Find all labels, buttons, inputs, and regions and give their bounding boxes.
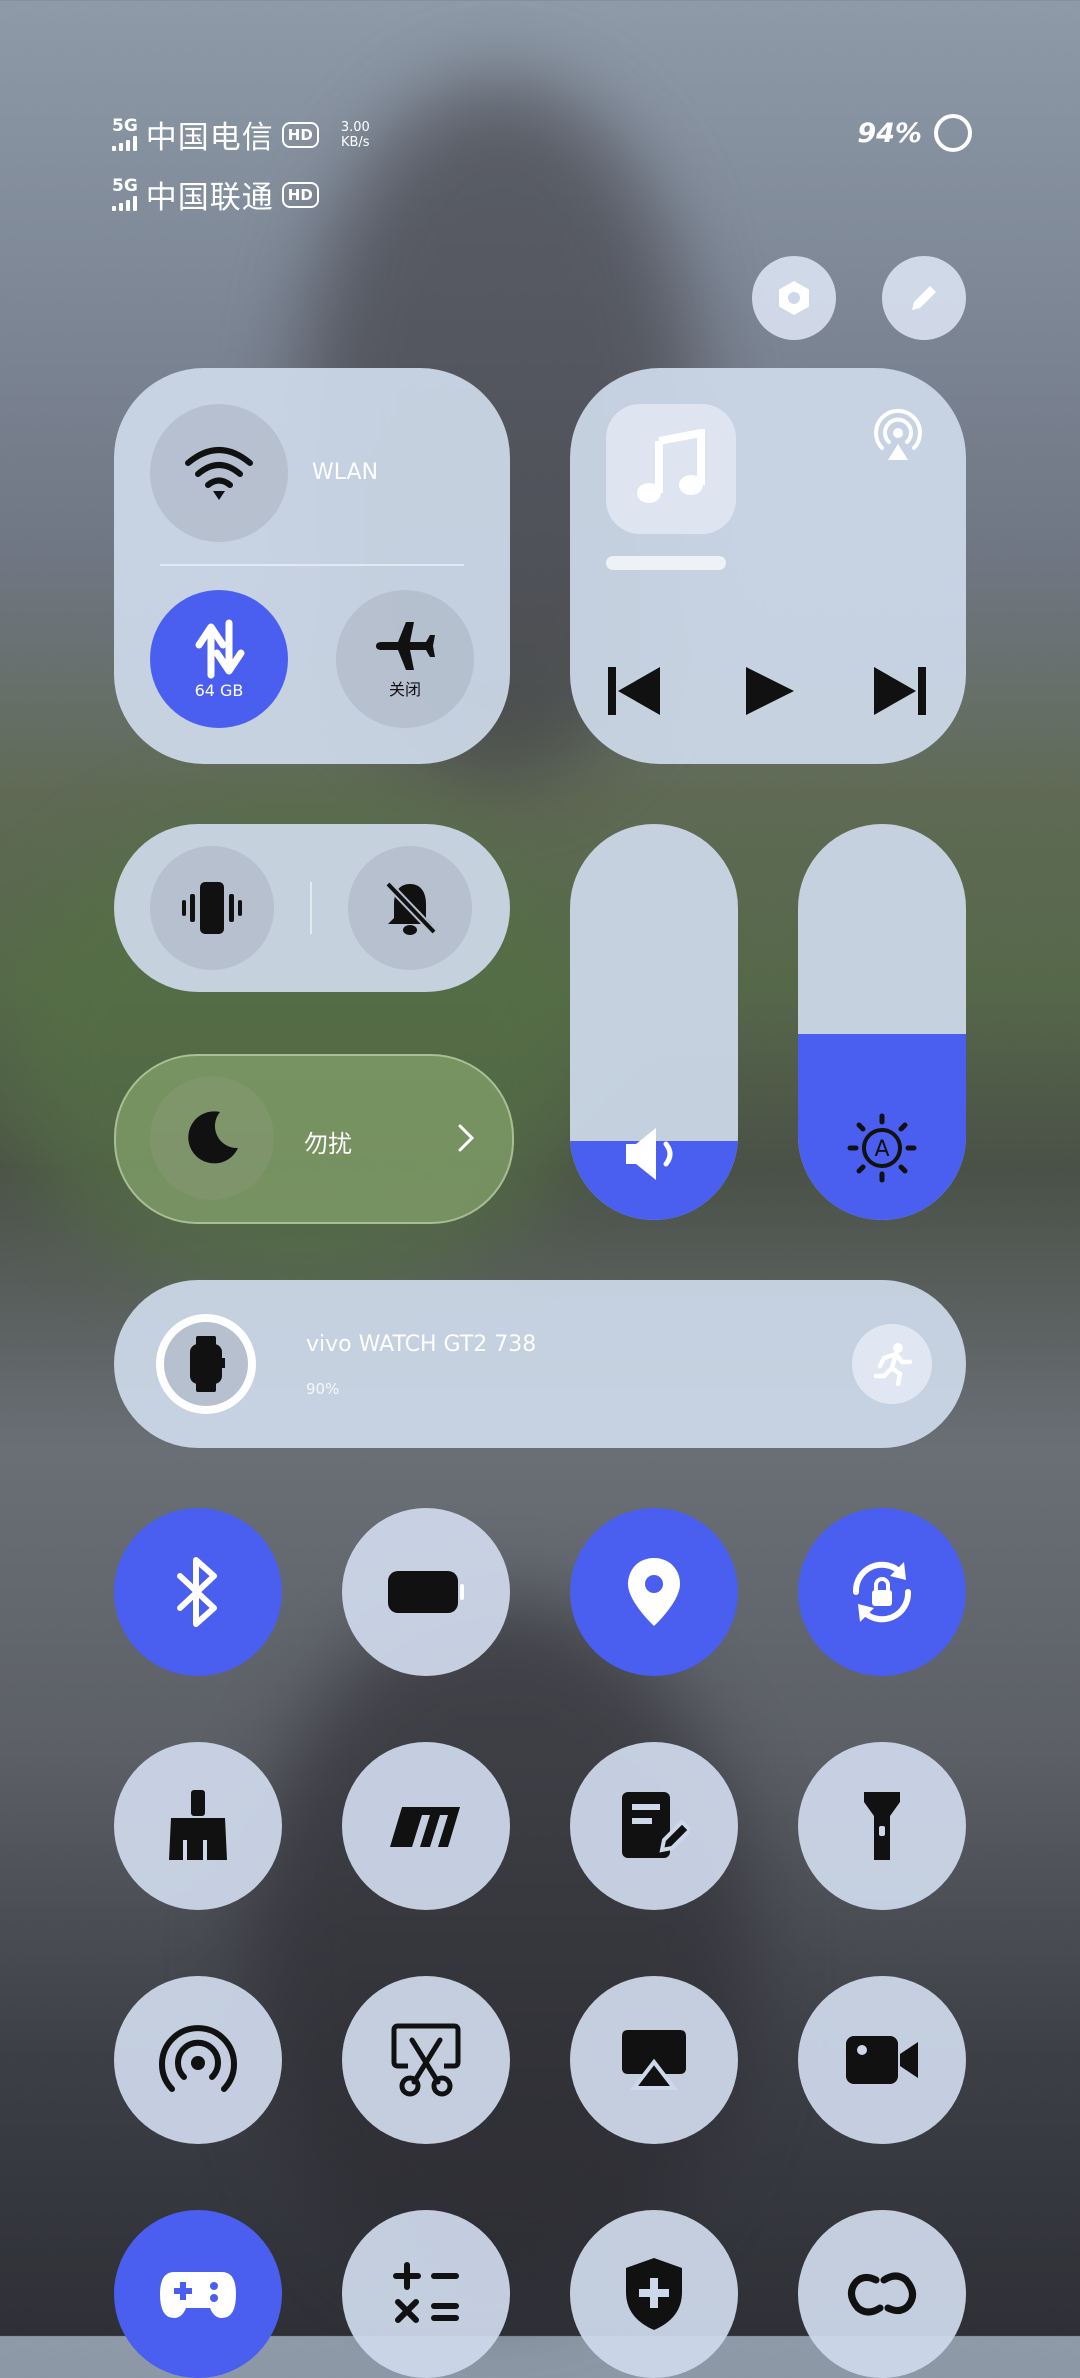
carrier-row-1: 5G 中国电信 HD 3.00 KB/s (112, 112, 370, 157)
dnd-card[interactable]: 勿扰 (114, 1054, 514, 1224)
skip-previous-icon (608, 667, 660, 715)
screenshot-scissors-icon (391, 2023, 461, 2097)
airplane-icon (376, 622, 435, 670)
hotspot-icon (159, 2025, 237, 2092)
vibrate-button[interactable] (150, 846, 274, 970)
skip-next-icon (874, 667, 926, 715)
hd-badge: HD (281, 181, 319, 208)
battery-saver-toggle[interactable] (342, 1508, 510, 1676)
cast-audio-icon (874, 408, 922, 460)
play-icon (746, 667, 794, 715)
bluetooth-toggle[interactable] (114, 1508, 282, 1676)
airplane-label: 关闭 (388, 680, 421, 699)
battery-icon (388, 1571, 464, 1613)
cast-audio-button[interactable] (870, 408, 926, 468)
flashlight-tile[interactable] (798, 1742, 966, 1910)
media-card (570, 368, 966, 764)
calculator-icon (393, 2262, 459, 2323)
divider (310, 882, 312, 934)
mute-button[interactable] (348, 846, 472, 970)
flashlight-icon (864, 1792, 900, 1860)
gamepad-icon (160, 2272, 236, 2318)
data-usage-label: 64 GB (194, 680, 244, 700)
carrier-name: 中国联通 (145, 180, 274, 216)
svg-text:A: A (874, 1137, 889, 1162)
broom-icon (169, 1790, 227, 1860)
watch-card[interactable]: vivo WATCH GT2 738 90% (114, 1280, 966, 1448)
bell-off-icon (385, 881, 437, 935)
connectivity-card: WLAN 64 GB 关闭 (114, 368, 510, 764)
security-tile[interactable] (570, 2210, 738, 2378)
shield-plus-icon (626, 2258, 682, 2330)
link-tile[interactable] (798, 2210, 966, 2378)
watch-battery-ring (156, 1314, 256, 1414)
edit-button[interactable] (882, 256, 966, 340)
settings-icon (779, 281, 809, 315)
rotation-lock-toggle[interactable] (798, 1508, 966, 1676)
bluetooth-icon (177, 1557, 217, 1627)
brightness-slider[interactable]: A (798, 824, 966, 1220)
signal-icon: 5G (112, 178, 138, 211)
battery-ring-icon (934, 114, 972, 152)
carrier-row-2: 5G 中国联通 HD (112, 172, 319, 217)
calculator-tile[interactable] (342, 2210, 510, 2378)
link-icon (848, 2272, 916, 2316)
notes-tile[interactable] (570, 1742, 738, 1910)
sport-mode-button[interactable] (852, 1324, 932, 1404)
rotation-lock-icon (852, 1561, 912, 1623)
data-transfer-icon (195, 619, 245, 678)
carrier-name: 中国电信 (145, 120, 274, 156)
vibrate-icon (182, 882, 242, 934)
album-art (606, 404, 736, 534)
airplay-icon (622, 2030, 686, 2090)
chevron-right-icon (458, 1124, 475, 1152)
wifi-button[interactable] (150, 404, 288, 542)
play-button[interactable] (742, 664, 798, 722)
m-logo-icon (390, 1807, 460, 1847)
screenshot-tile[interactable] (342, 1976, 510, 2144)
hd-badge: HD (281, 121, 319, 148)
dnd-button[interactable] (150, 1076, 274, 1200)
airplane-mode-button[interactable]: 关闭 (336, 590, 474, 728)
watch-battery: 90% (306, 1380, 340, 1398)
screen-record-tile[interactable] (798, 1976, 966, 2144)
location-pin-icon (628, 1558, 680, 1626)
next-track-button[interactable] (872, 664, 928, 722)
wifi-icon (185, 447, 253, 500)
volume-slider[interactable] (570, 824, 738, 1220)
hotspot-tile[interactable] (114, 1976, 282, 2144)
m-app-tile[interactable] (342, 1742, 510, 1910)
watch-icon (190, 1336, 225, 1392)
dnd-expand-chevron[interactable] (456, 1122, 476, 1158)
location-toggle[interactable] (570, 1508, 738, 1676)
dnd-label: 勿扰 (304, 1130, 352, 1158)
cleaner-tile[interactable] (114, 1742, 282, 1910)
previous-track-button[interactable] (606, 664, 662, 722)
sound-mode-card (114, 824, 510, 992)
divider (160, 564, 464, 566)
speaker-icon (626, 1128, 673, 1180)
running-icon (873, 1343, 913, 1386)
video-camera-icon (846, 2036, 918, 2084)
network-speed: 3.00 KB/s (340, 119, 370, 150)
track-title-placeholder (606, 556, 726, 570)
moon-icon (188, 1111, 238, 1164)
watch-name: vivo WATCH GT2 738 (306, 1332, 537, 1357)
music-note-icon (637, 429, 705, 503)
game-mode-tile[interactable] (114, 2210, 282, 2378)
auto-brightness-icon: A (847, 1113, 917, 1183)
signal-icon: 5G (112, 118, 138, 151)
settings-button[interactable] (752, 256, 836, 340)
wifi-label: WLAN (312, 460, 379, 485)
mobile-data-button[interactable]: 64 GB (150, 590, 288, 728)
pencil-icon (912, 286, 936, 310)
battery-indicator: 94% (857, 114, 972, 152)
note-edit-icon (622, 1792, 690, 1858)
battery-percent: 94% (857, 117, 922, 149)
screen-cast-tile[interactable] (570, 1976, 738, 2144)
